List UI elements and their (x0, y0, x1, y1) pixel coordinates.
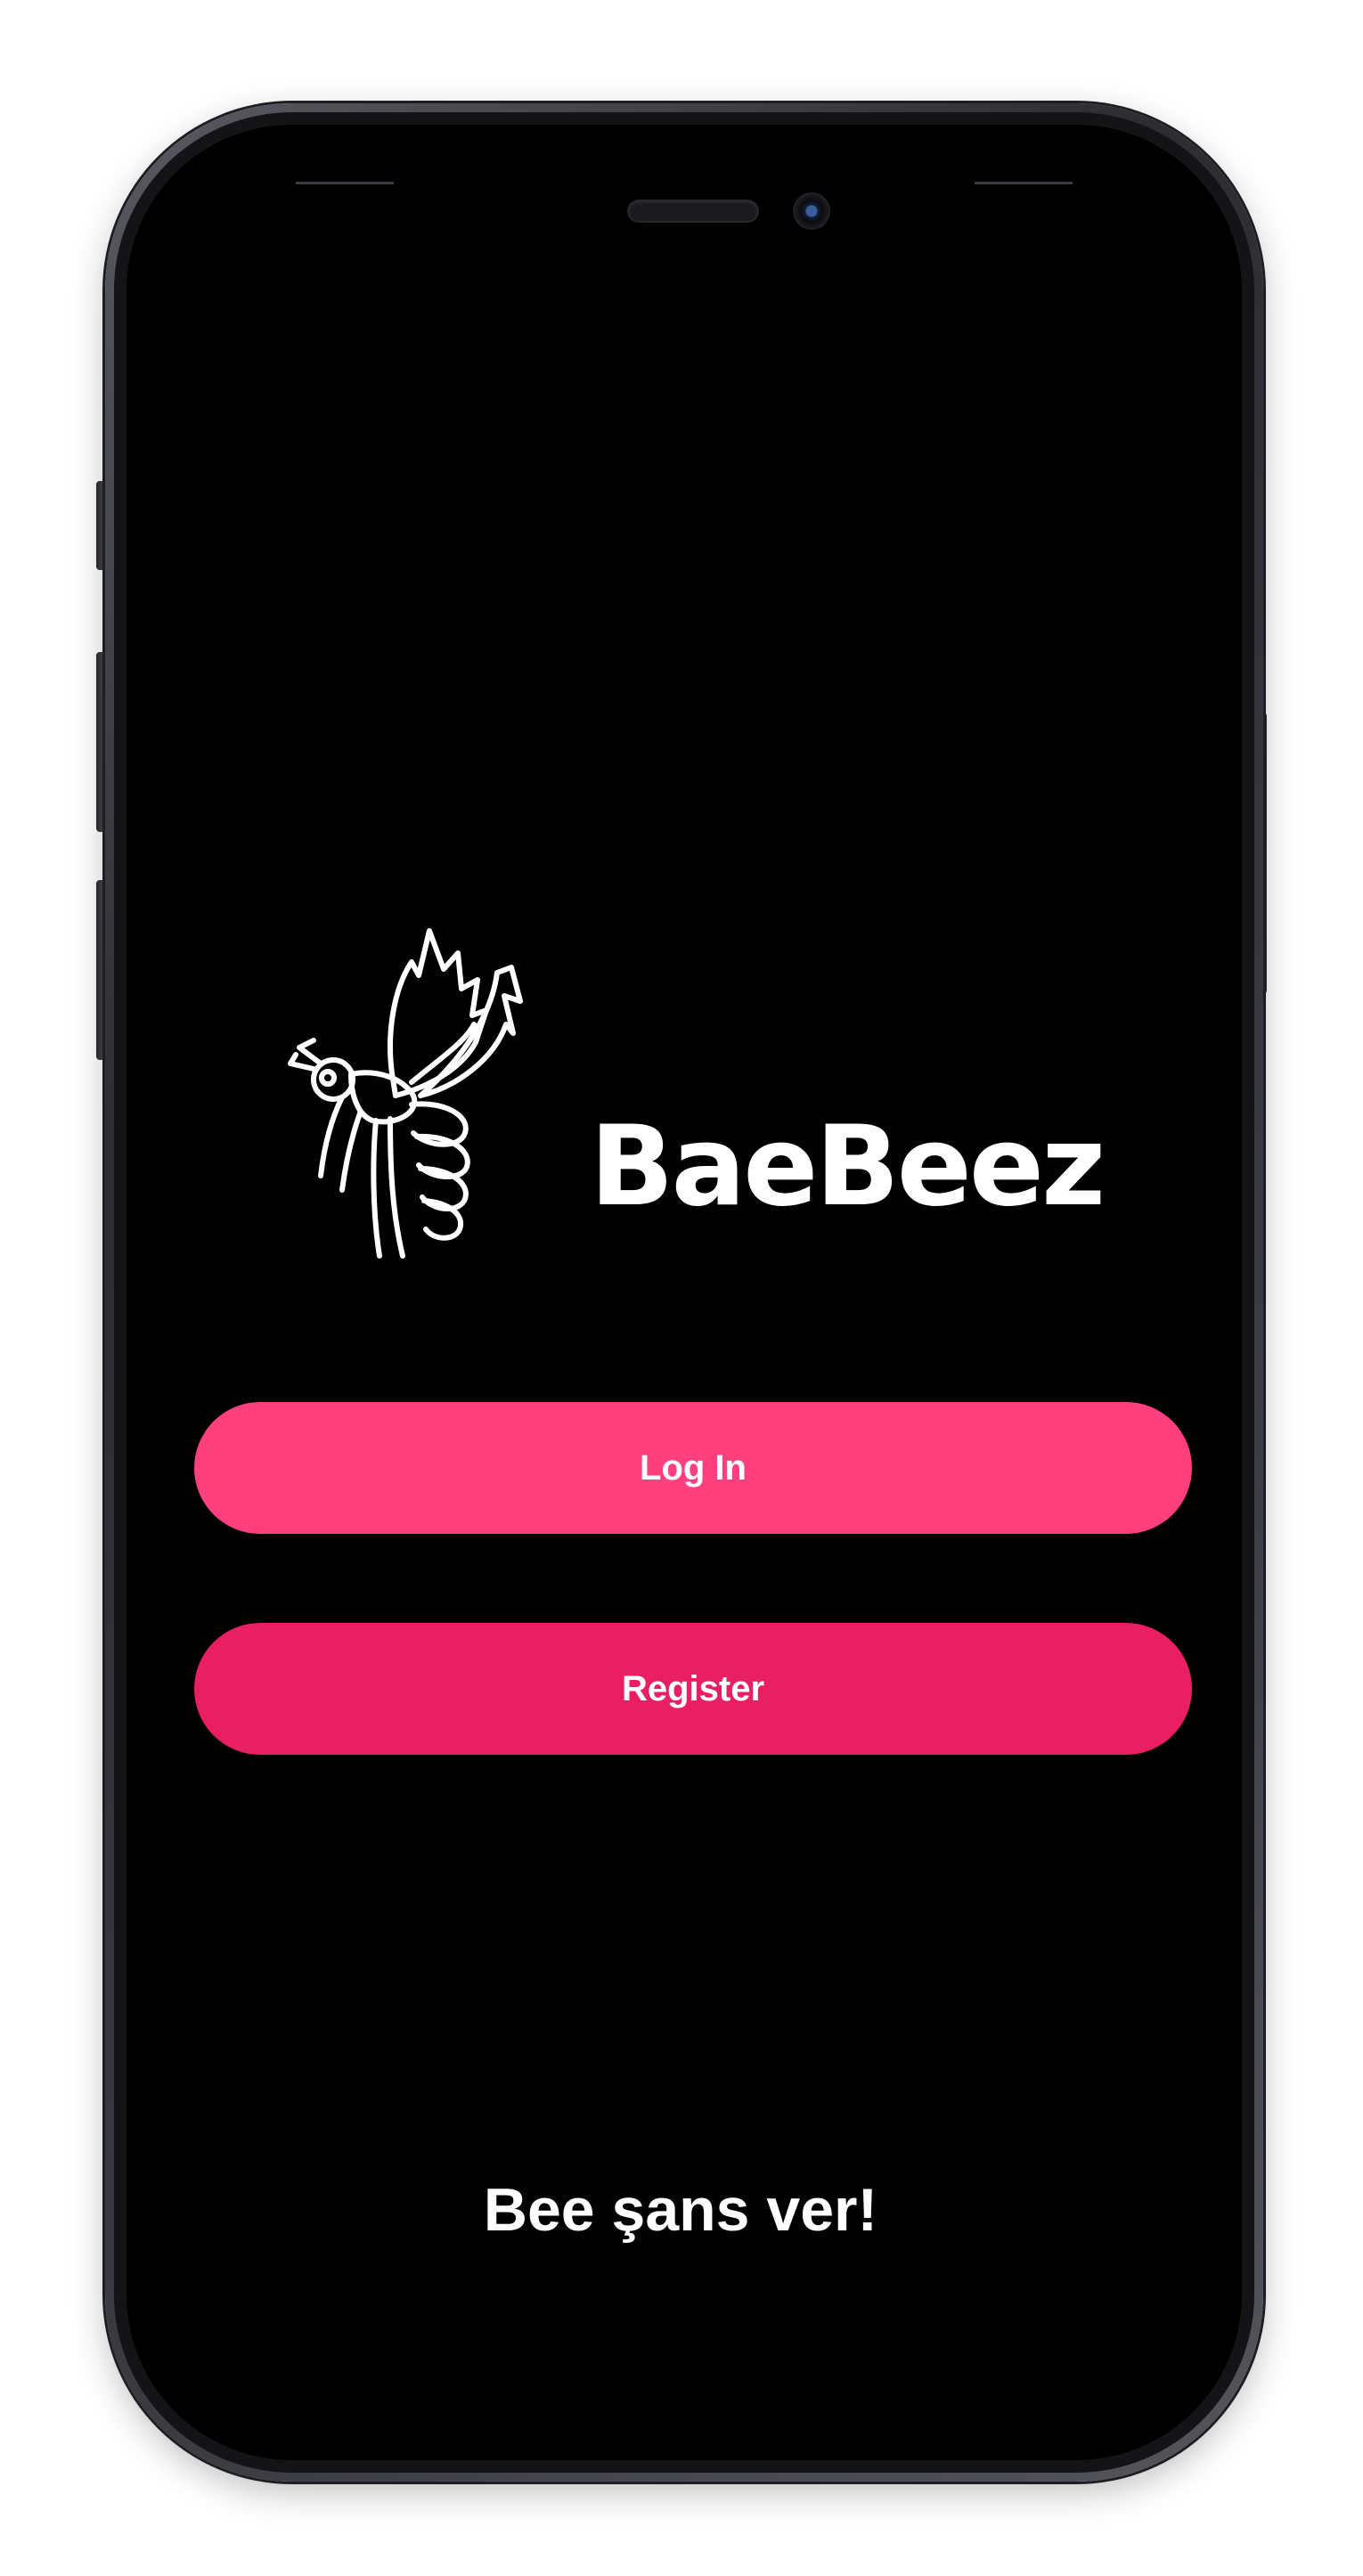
antenna-line (975, 182, 1073, 184)
login-button[interactable]: Log In (194, 1402, 1192, 1534)
app-screen: BaeBeez Log In Register Bee şans ver! (127, 125, 1242, 2460)
antenna-line (296, 182, 394, 184)
front-camera (795, 194, 828, 228)
phone-frame: BaeBeez Log In Register Bee şans ver! (105, 103, 1263, 2482)
earpiece-speaker (629, 201, 757, 221)
bee-icon (288, 928, 523, 1259)
register-button[interactable]: Register (194, 1623, 1192, 1755)
phone-bezel: BaeBeez Log In Register Bee şans ver! (114, 112, 1254, 2473)
tagline: Bee şans ver! (483, 2176, 878, 2244)
app-name: BaeBeez (590, 1103, 1106, 1231)
brand-header: BaeBeez (127, 891, 1235, 1283)
device-mockup: BaeBeez Log In Register Bee şans ver! (0, 0, 1363, 2576)
